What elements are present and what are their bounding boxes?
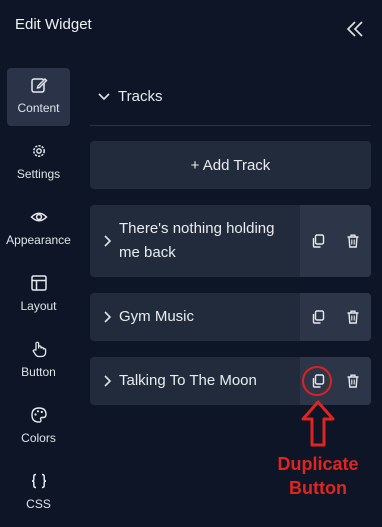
trash-icon[interactable] <box>345 233 361 249</box>
tracks-section-header[interactable]: Tracks <box>90 70 371 126</box>
section-title: Tracks <box>118 88 163 105</box>
trash-icon[interactable] <box>345 373 361 389</box>
sidebar-item-appearance[interactable]: Appearance <box>6 200 71 258</box>
track-item: There's nothing holding me back <box>90 205 371 277</box>
sidebar-item-label: Appearance <box>6 233 71 247</box>
sidebar-item-colors[interactable]: Colors <box>7 398 70 456</box>
annotation-line: Button <box>289 478 347 498</box>
palette-icon <box>30 407 47 423</box>
edit-icon <box>30 78 47 93</box>
annotation-up-arrow-icon <box>301 400 335 447</box>
pointer-hand-icon <box>32 341 46 358</box>
braces-icon <box>31 473 46 489</box>
sidebar-item-content[interactable]: Content <box>7 68 70 126</box>
sidebar-item-layout[interactable]: Layout <box>7 266 70 324</box>
sidebar-item-label: Button <box>21 365 56 379</box>
layout-icon <box>30 275 47 291</box>
track-expand-toggle[interactable]: Talking To The Moon <box>90 357 300 405</box>
annotation-label: Duplicate Button <box>262 452 374 500</box>
page-title: Edit Widget <box>15 16 92 33</box>
chevron-down-icon <box>98 93 110 101</box>
chevron-right-icon <box>104 375 112 387</box>
track-name: Gym Music <box>119 308 194 325</box>
collapse-double-chevron-icon[interactable] <box>345 19 365 39</box>
track-actions <box>300 293 371 341</box>
annotation-highlight-circle <box>302 366 332 396</box>
sidebar-item-css[interactable]: CSS <box>7 464 70 522</box>
duplicate-icon[interactable] <box>310 233 326 249</box>
trash-icon[interactable] <box>345 309 361 325</box>
track-item: Gym Music <box>90 293 371 341</box>
track-name: Talking To The Moon <box>119 372 257 389</box>
sidebar-item-label: Content <box>17 101 60 115</box>
annotation-line: Duplicate <box>277 454 359 474</box>
chevron-right-icon <box>104 311 112 323</box>
eye-icon <box>29 212 48 222</box>
track-actions <box>300 205 371 277</box>
sidebar-item-label: Colors <box>21 431 56 445</box>
sidebar-item-label: CSS <box>26 497 51 511</box>
header: Edit Widget <box>0 0 382 56</box>
track-name: There's nothing holding me back <box>119 220 275 261</box>
duplicate-icon[interactable] <box>310 309 326 325</box>
sidebar-item-label: Settings <box>16 167 61 181</box>
chevron-right-icon <box>104 235 112 247</box>
sidebar-item-button[interactable]: Button <box>7 332 70 390</box>
sidebar-item-label: Layout <box>20 299 57 313</box>
track-expand-toggle[interactable]: Gym Music <box>90 293 300 341</box>
track-expand-toggle[interactable]: There's nothing holding me back <box>90 205 300 277</box>
gear-icon <box>32 145 45 157</box>
add-track-button[interactable]: + Add Track <box>90 141 371 189</box>
sidebar-item-settings[interactable]: Settings <box>7 134 70 192</box>
